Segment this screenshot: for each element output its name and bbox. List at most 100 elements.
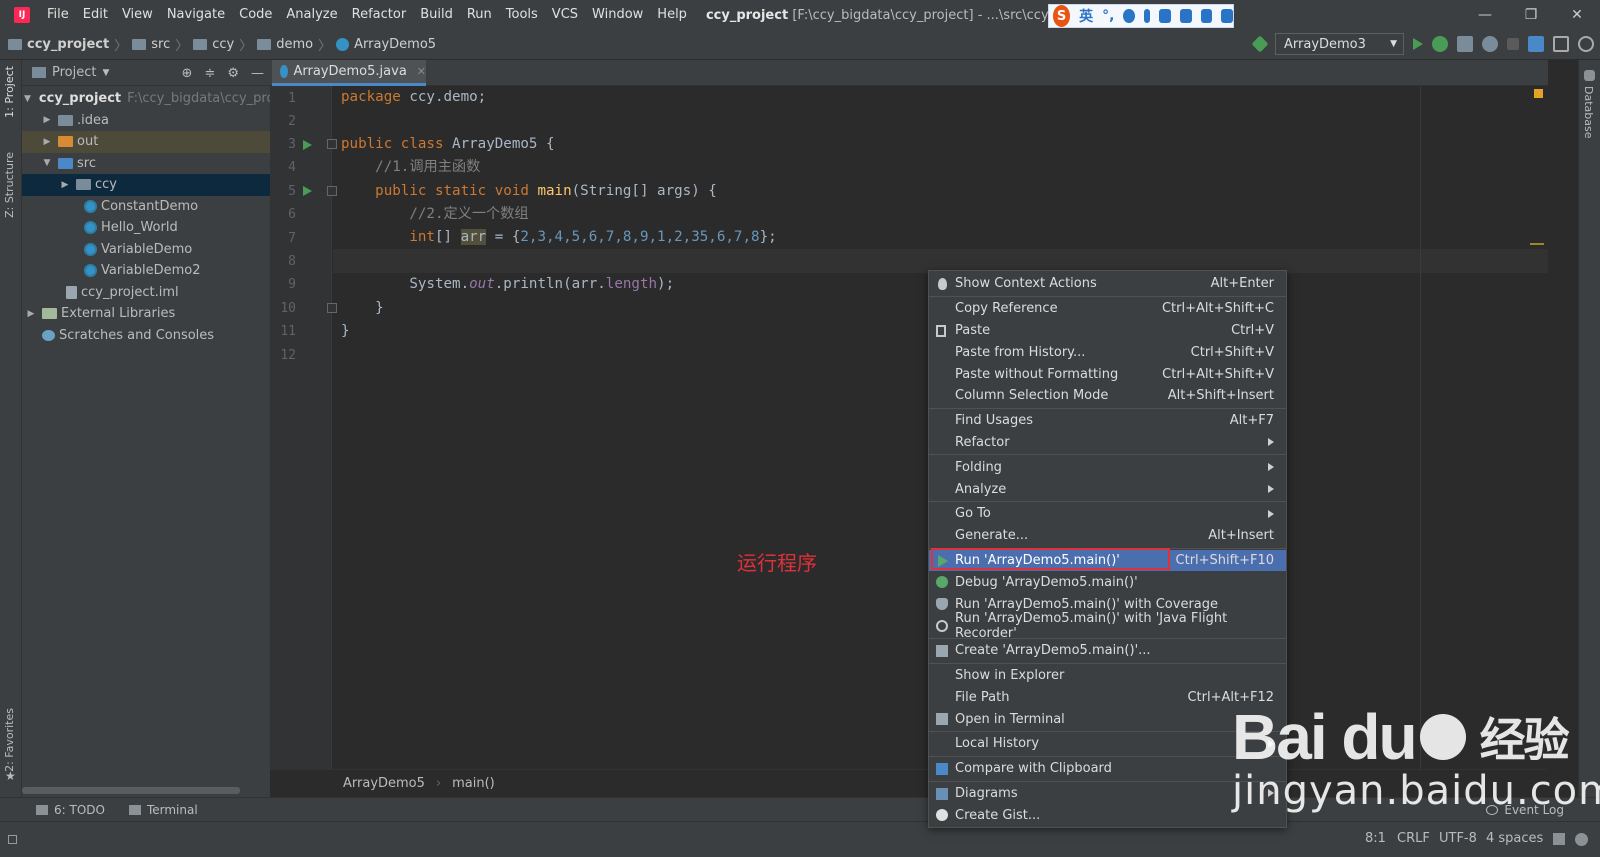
hide-icon[interactable]: — [251, 66, 264, 81]
project-view-select[interactable]: Project [52, 65, 96, 80]
expand-arrow-icon[interactable]: ▶ [58, 180, 72, 190]
lock-icon[interactable] [1553, 833, 1565, 845]
menu-debug-main[interactable]: Debug 'ArrayDemo5.main()' [929, 571, 1286, 593]
menu-copy-reference[interactable]: Copy Reference Ctrl+Alt+Shift+C [929, 298, 1286, 320]
restore-icon[interactable]: ❐ [1508, 0, 1554, 30]
tool-tab-structure[interactable]: Z: Structure [3, 152, 16, 218]
menu-view[interactable]: View [115, 0, 160, 30]
menu-navigate[interactable]: Navigate [160, 0, 232, 30]
tree-item-variabledemo[interactable]: VariableDemo [22, 239, 270, 261]
menu-find-usages[interactable]: Find Usages Alt+F7 [929, 410, 1286, 432]
run-gutter-icon[interactable] [303, 140, 312, 150]
breadcrumb-class[interactable]: ArrayDemo5 [343, 776, 425, 791]
menu-vcs[interactable]: VCS [545, 0, 585, 30]
toggle-tool-windows-icon[interactable] [8, 835, 17, 844]
menu-window[interactable]: Window [585, 0, 650, 30]
keyboard-icon[interactable] [1159, 9, 1171, 23]
profile-icon[interactable] [1482, 36, 1498, 52]
menu-analyze[interactable]: Analyze [929, 478, 1286, 500]
expand-arrow-icon[interactable]: ▶ [40, 137, 54, 147]
run-configuration-select[interactable]: ArrayDemo3 ▼ [1275, 33, 1404, 55]
line-separator[interactable]: CRLF [1397, 831, 1430, 846]
minimize-icon[interactable]: — [1462, 0, 1508, 30]
gear-icon[interactable]: ⚙ [227, 66, 239, 81]
user-icon[interactable] [1180, 9, 1192, 23]
menu-tools[interactable]: Tools [499, 0, 545, 30]
crumb-file[interactable]: ArrayDemo5 [354, 37, 436, 52]
crumb-src[interactable]: src [151, 37, 170, 52]
menu-paste-from-history[interactable]: Paste from History... Ctrl+Shift+V [929, 341, 1286, 363]
coverage-icon[interactable] [1457, 36, 1473, 52]
tree-item-variabledemo2[interactable]: VariableDemo2 [22, 260, 270, 282]
expand-arrow-icon[interactable]: ▼ [24, 94, 31, 104]
menu-show-context-actions[interactable]: Show Context Actions Alt+Enter [929, 273, 1286, 295]
stop-icon[interactable] [1507, 38, 1519, 50]
menu-run-with-jfr[interactable]: Run 'ArrayDemo5.main()' with 'Java Fligh… [929, 611, 1286, 641]
search-icon[interactable] [1578, 36, 1594, 52]
tree-item-constantdemo[interactable]: ConstantDemo [22, 196, 270, 218]
inspector-icon[interactable] [1575, 833, 1588, 846]
emoji-icon[interactable] [1123, 9, 1136, 23]
tool-tab-project[interactable]: 1: Project [3, 66, 16, 118]
menu-paste-without-formatting[interactable]: Paste without Formatting Ctrl+Alt+Shift+V [929, 363, 1286, 385]
tree-item-scratches[interactable]: Scratches and Consoles [22, 325, 270, 347]
menu-code[interactable]: Code [232, 0, 279, 30]
sogou-logo-icon[interactable]: S [1053, 5, 1071, 27]
run-gutter-icon[interactable] [303, 186, 312, 196]
run-icon[interactable] [1413, 38, 1423, 50]
chevron-down-icon[interactable]: ▼ [102, 68, 109, 78]
menu-edit[interactable]: Edit [76, 0, 115, 30]
close-tab-icon[interactable]: ✕ [417, 65, 426, 78]
file-encoding[interactable]: UTF-8 [1439, 831, 1477, 846]
tree-item-out[interactable]: ▶ out [22, 131, 270, 153]
terminal-tool-button[interactable]: Terminal [128, 803, 198, 817]
menu-analyze[interactable]: Analyze [279, 0, 344, 30]
close-icon[interactable]: ✕ [1554, 0, 1600, 30]
tree-root[interactable]: ▼ ccy_project F:\ccy_bigdata\ccy_pro [22, 88, 270, 110]
debug-icon[interactable] [1432, 36, 1448, 52]
menu-show-in-explorer[interactable]: Show in Explorer [929, 665, 1286, 687]
tree-item-external-libraries[interactable]: ▶ External Libraries [22, 303, 270, 325]
tool-tab-favorites[interactable]: 2: Favorites [3, 708, 16, 772]
menu-file[interactable]: File [40, 0, 76, 30]
menu-refactor[interactable]: Refactor [345, 0, 414, 30]
tree-item-ccy[interactable]: ▶ ccy [22, 174, 270, 196]
expand-arrow-icon[interactable]: ▶ [40, 115, 54, 125]
ime-language[interactable]: 英 [1079, 6, 1093, 26]
code-editor[interactable]: 1 2 3 4 5 6 7 8 9 10 11 12 package ccy.d… [270, 86, 1548, 769]
tool-tab-database[interactable]: Database [1582, 86, 1595, 139]
menu-help[interactable]: Help [650, 0, 694, 30]
tree-item-idea[interactable]: ▶ .idea [22, 110, 270, 132]
menu-refactor[interactable]: Refactor [929, 432, 1286, 454]
crumb-ccy[interactable]: ccy [212, 37, 234, 52]
menu-folding[interactable]: Folding [929, 456, 1286, 478]
indent-setting[interactable]: 4 spaces [1486, 831, 1543, 846]
project-structure-icon[interactable] [1528, 36, 1544, 52]
expand-arrow-icon[interactable]: ▼ [40, 158, 54, 168]
warning-marker-icon[interactable] [1534, 89, 1543, 98]
breadcrumb-method[interactable]: main() [452, 776, 495, 791]
grid-icon[interactable] [1221, 9, 1234, 23]
horizontal-scrollbar[interactable] [22, 787, 240, 794]
crumb-demo[interactable]: demo [276, 37, 313, 52]
menu-go-to[interactable]: Go To [929, 503, 1286, 525]
collapse-icon[interactable]: ≑ [204, 66, 215, 81]
menu-paste[interactable]: Paste Ctrl+V [929, 320, 1286, 342]
punctuation-icon[interactable]: °, [1102, 8, 1114, 24]
locate-icon[interactable]: ⊕ [182, 66, 193, 81]
skin-icon[interactable] [1200, 9, 1213, 23]
tree-item-src[interactable]: ▼ src [22, 153, 270, 175]
menu-create-run-config[interactable]: Create 'ArrayDemo5.main()'... [929, 640, 1286, 662]
expand-arrow-icon[interactable]: ▶ [24, 309, 38, 319]
menu-column-selection-mode[interactable]: Column Selection Mode Alt+Shift+Insert [929, 385, 1286, 407]
caret-position[interactable]: 8:1 [1365, 831, 1386, 846]
layout-icon[interactable] [1553, 36, 1569, 52]
fold-icon[interactable] [327, 303, 337, 313]
menu-build[interactable]: Build [413, 0, 460, 30]
fold-icon[interactable] [327, 139, 337, 149]
build-hammer-icon[interactable] [1251, 35, 1269, 53]
microphone-icon[interactable] [1144, 9, 1151, 23]
tree-item-iml[interactable]: ccy_project.iml [22, 282, 270, 304]
tree-item-hello-world[interactable]: Hello_World [22, 217, 270, 239]
todo-tool-button[interactable]: 6: TODO [36, 803, 105, 817]
